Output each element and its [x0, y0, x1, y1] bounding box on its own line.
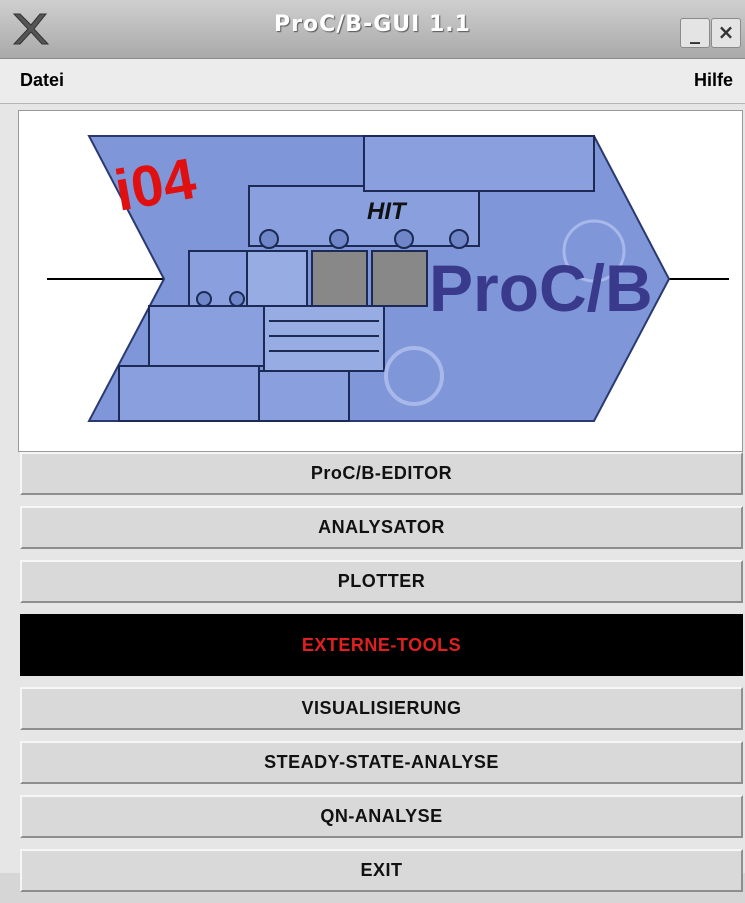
button-list: ProC/B-EDITOR ANALYSATOR PLOTTER EXTERNE… [20, 452, 743, 903]
menu-datei[interactable]: Datei [20, 70, 64, 91]
tool-panel [258, 370, 350, 422]
control-panel [148, 305, 265, 367]
minimize-button[interactable]: _ [680, 18, 710, 48]
menu-hilfe[interactable]: Hilfe [694, 70, 733, 91]
analysator-button[interactable]: ANALYSATOR [20, 506, 743, 549]
brand-label: ProC/B [429, 251, 653, 325]
logo-panel: i04 HIT ProC/B [18, 110, 743, 452]
app-window: ProC/B-GUI 1.1 _ × Datei Hilfe i04 HIT P… [0, 0, 745, 892]
externe-tools-button[interactable]: EXTERNE-TOOLS [20, 614, 743, 676]
window-title: ProC/B-GUI 1.1 [274, 12, 471, 37]
close-button[interactable]: × [711, 18, 741, 48]
proc-b-logo: i04 HIT ProC/B [47, 135, 729, 422]
editor-button[interactable]: ProC/B-EDITOR [20, 452, 743, 495]
storage-panel [118, 365, 260, 422]
exit-button[interactable]: EXIT [20, 849, 743, 892]
pallet-1 [311, 250, 368, 307]
truck-panel [248, 185, 480, 247]
institute-label: i04 [110, 146, 201, 224]
pallet-2 [371, 250, 428, 307]
title-bar[interactable]: ProC/B-GUI 1.1 _ × [0, 0, 745, 59]
visualisierung-button[interactable]: VISUALISIERUNG [20, 687, 743, 730]
steady-state-analyse-button[interactable]: STEADY-STATE-ANALYSE [20, 741, 743, 784]
truck-label: HIT [367, 198, 408, 225]
plotter-button[interactable]: PLOTTER [20, 560, 743, 603]
menu-bar: Datei Hilfe [0, 59, 745, 104]
trailer-panel [363, 135, 595, 192]
shelf-panel [263, 305, 385, 372]
qn-analyse-button[interactable]: QN-ANALYSE [20, 795, 743, 838]
